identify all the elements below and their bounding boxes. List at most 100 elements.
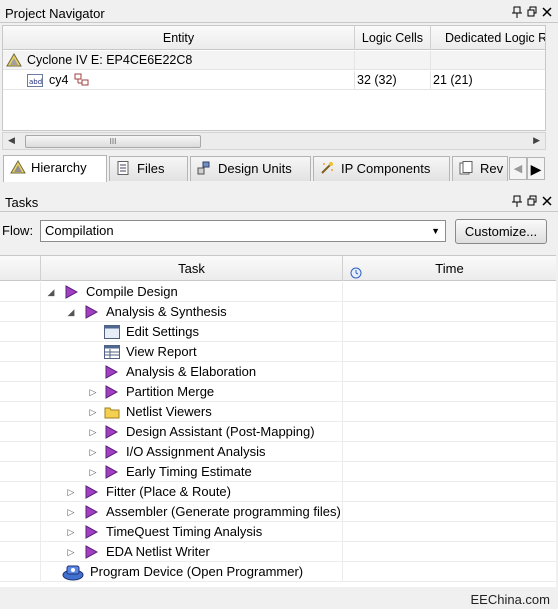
logic-cells-cell [355,51,431,70]
play-triangle-icon [84,545,99,559]
close-icon[interactable] [542,195,552,207]
column-header-logic-cells[interactable]: Logic Cells [355,26,431,50]
tab-files[interactable]: Files [109,156,188,181]
project-navigator-titlebar: Project Navigator [0,3,558,23]
abd-entity-icon: abd [27,74,43,90]
view-report-icon [104,345,120,359]
watermark: EEChina.com [470,592,550,607]
task-label: I/O Assignment Analysis [126,444,266,459]
play-triangle-icon [104,365,119,379]
tab-ip-components[interactable]: IP Components [313,156,450,181]
horizontal-scrollbar[interactable]: ◀ III ▶ [2,132,546,150]
collapsed-arrow-icon[interactable]: ▷ [66,527,76,538]
project-navigator-table: Entity Logic Cells Dedicated Logic R Cyc… [2,25,546,131]
column-header-blank [0,256,41,281]
column-header-time[interactable]: Time [343,256,556,281]
pin-icon[interactable] [512,195,522,207]
collapsed-arrow-icon[interactable]: ▷ [88,407,98,418]
scroll-right-icon[interactable]: ▶ [533,135,540,146]
restore-icon[interactable] [527,6,537,18]
tasks-title: Tasks [5,195,39,210]
revisions-icon [459,159,475,175]
task-row[interactable]: Program Device (Open Programmer) [0,562,556,582]
tab-label: Design Units [218,161,292,176]
collapsed-arrow-icon[interactable]: ▷ [66,487,76,498]
flow-value: Compilation [45,223,114,238]
task-label: EDA Netlist Writer [106,544,210,559]
task-row[interactable]: ▷ Assembler (Generate programming files) [0,502,556,522]
tab-scroll-left-icon[interactable]: ◀ [509,157,527,180]
files-icon [116,159,132,175]
task-row[interactable]: ▷ TimeQuest Timing Analysis [0,522,556,542]
task-label: Early Timing Estimate [126,464,252,479]
scrollbar-thumb[interactable]: III [25,135,201,148]
play-triangle-icon [84,485,99,499]
task-row[interactable]: ▷ I/O Assignment Analysis [0,442,556,462]
task-label: Analysis & Elaboration [126,364,257,379]
entity-label: cy4 [49,73,69,87]
scroll-left-icon[interactable]: ◀ [8,135,15,146]
column-header-dedicated-logic[interactable]: Dedicated Logic R [431,26,545,50]
chevron-down-icon: ▼ [431,226,440,236]
play-triangle-icon [104,385,119,399]
warning-device-icon [6,53,22,70]
hierarchy-link-icon [74,73,90,90]
task-label: Design Assistant (Post-Mapping) [126,424,315,439]
task-row[interactable]: Analysis & Elaboration [0,362,556,382]
dedicated-cell: 21 (21) [431,71,545,90]
task-row[interactable]: ◢ Compile Design [0,282,556,302]
task-label: Edit Settings [126,324,199,339]
task-row[interactable]: ◢ Analysis & Synthesis [0,302,556,322]
collapsed-arrow-icon[interactable]: ▷ [66,547,76,558]
collapsed-arrow-icon[interactable]: ▷ [88,467,98,478]
task-row[interactable]: ▷ Design Assistant (Post-Mapping) [0,422,556,442]
table-row[interactable]: Cyclone IV E: EP4CE6E22C8 [3,51,545,70]
project-navigator-title: Project Navigator [5,6,105,21]
column-header-time-label: Time [435,261,464,276]
flow-select[interactable]: Compilation ▼ [40,220,446,242]
tab-scroll-right-icon[interactable]: ▶ [527,157,545,180]
edit-settings-icon [104,325,120,339]
restore-icon[interactable] [527,195,537,207]
expanded-arrow-icon[interactable]: ◢ [66,307,76,318]
task-label: TimeQuest Timing Analysis [106,524,263,539]
navigator-tabs: Hierarchy Files Design Units IP Componen… [0,155,558,182]
task-label: Netlist Viewers [126,404,212,419]
task-row[interactable]: ▷ Early Timing Estimate [0,462,556,482]
task-label: Compile Design [86,284,178,299]
task-row[interactable]: ▷ Partition Merge [0,382,556,402]
collapsed-arrow-icon[interactable]: ▷ [66,507,76,518]
close-icon[interactable] [542,6,552,18]
column-header-task[interactable]: Task [41,256,343,281]
task-label: Partition Merge [126,384,215,399]
programmer-icon [62,563,84,581]
task-label: Analysis & Synthesis [106,304,227,319]
logic-cells-cell: 32 (32) [355,71,431,90]
play-triangle-icon [84,305,99,319]
tab-revisions[interactable]: Rev [452,156,508,181]
task-row[interactable]: Edit Settings [0,322,556,342]
collapsed-arrow-icon[interactable]: ▷ [88,387,98,398]
tab-hierarchy[interactable]: Hierarchy [3,155,107,182]
task-label: Program Device (Open Programmer) [90,564,304,579]
table-row[interactable]: abd cy4 32 (32) 21 (21) [3,71,545,90]
device-label: Cyclone IV E: EP4CE6E22C8 [27,53,193,67]
play-triangle-icon [84,525,99,539]
collapsed-arrow-icon[interactable]: ▷ [88,427,98,438]
task-row[interactable]: ▷ Netlist Viewers [0,402,556,422]
task-label: View Report [126,344,197,359]
tab-design-units[interactable]: Design Units [190,156,311,181]
play-triangle-icon [104,465,119,479]
task-row[interactable]: View Report [0,342,556,362]
expanded-arrow-icon[interactable]: ◢ [46,287,56,298]
play-triangle-icon [84,505,99,519]
pin-icon[interactable] [512,6,522,18]
folder-icon [104,405,120,419]
task-row[interactable]: ▷ Fitter (Place & Route) [0,482,556,502]
customize-button[interactable]: Customize... [455,219,547,244]
task-row[interactable]: ▷ EDA Netlist Writer [0,542,556,562]
collapsed-arrow-icon[interactable]: ▷ [88,447,98,458]
column-header-entity[interactable]: Entity [3,26,355,50]
task-label: Assembler (Generate programming files) [106,504,341,519]
play-triangle-icon [104,445,119,459]
